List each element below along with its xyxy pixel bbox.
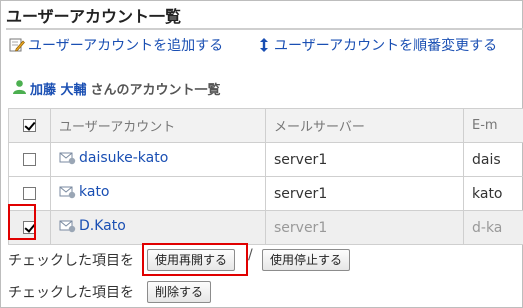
server-cell: server1 [265,210,464,245]
select-all-checkbox[interactable] [23,119,36,132]
mail-account-icon [59,151,77,165]
stop-use-button[interactable]: 使用停止する [262,249,351,271]
account-name: kato [79,184,110,200]
user-account-heading: 加藤 大輔 さんのアカウント一覧 [12,79,221,98]
page-title: ユーザーアカウント一覧 [6,7,182,26]
account-table: ユーザーアカウント メールサーバー E-m daisuke-kato serve… [8,108,523,245]
resume-use-button[interactable]: 使用再開する [147,249,236,271]
select-all-cell [8,108,51,143]
email-cell: d-ka [463,210,523,245]
user-heading-suffix: さんのアカウント一覧 [90,83,221,98]
checked-items-label-delete: チェックした項目を [8,285,134,301]
account-link[interactable]: D.Kato [59,218,126,234]
user-name[interactable]: 加藤 大輔 [30,79,87,98]
reorder-accounts-label: ユーザーアカウントを順番変更する [274,38,498,54]
server-cell: server1 [265,142,464,177]
button-separator: / [248,247,253,263]
up-down-arrow-icon [257,37,271,53]
add-account-label: ユーザーアカウントを追加する [28,38,224,54]
column-header-account: ユーザーアカウント [50,108,266,143]
mail-account-icon [59,219,77,233]
row-checkbox[interactable] [23,221,36,234]
row-checkbox[interactable] [23,153,36,166]
email-cell: kato [463,176,523,211]
reorder-accounts-link[interactable]: ユーザーアカウントを順番変更する [257,35,497,55]
column-header-server: メールサーバー [265,108,464,143]
title-divider [6,28,523,30]
delete-button[interactable]: 削除する [147,281,212,303]
table-row: D.Kato server1 d-ka [8,210,523,245]
account-link[interactable]: daisuke-kato [59,150,168,166]
table-header-row: ユーザーアカウント メールサーバー E-m [8,108,523,143]
row-checkbox[interactable] [23,187,36,200]
mail-account-icon [59,185,77,199]
account-name: daisuke-kato [79,150,169,166]
checked-items-label: チェックした項目を [8,253,134,269]
add-account-link[interactable]: ユーザーアカウントを追加する [9,35,223,55]
edit-icon [9,37,25,53]
user-icon [12,79,27,98]
column-header-email: E-m [463,108,523,143]
table-row: daisuke-kato server1 dais [8,142,523,177]
account-name: D.Kato [79,218,126,234]
table-row: kato server1 kato [8,176,523,211]
server-cell: server1 [265,176,464,211]
account-link[interactable]: kato [59,184,110,200]
email-cell: dais [463,142,523,177]
